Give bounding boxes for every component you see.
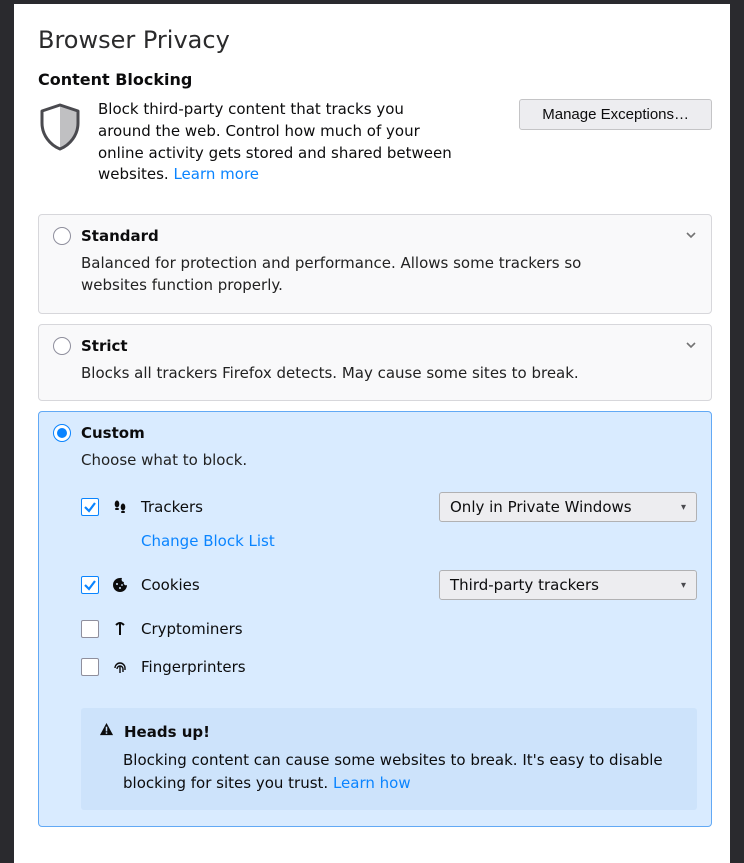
chevron-down-icon xyxy=(685,227,697,245)
learn-more-link[interactable]: Learn more xyxy=(173,165,259,183)
option-custom-desc: Choose what to block. xyxy=(81,450,641,472)
label-cryptominers: Cryptominers xyxy=(141,620,243,638)
option-standard[interactable]: Standard Balanced for protection and per… xyxy=(38,214,712,314)
footsteps-icon xyxy=(111,498,129,516)
checkbox-trackers[interactable] xyxy=(81,498,99,516)
headsup-box: Heads up! Blocking content can cause som… xyxy=(81,708,697,810)
option-strict-desc: Blocks all trackers Firefox detects. May… xyxy=(81,363,641,385)
checkbox-cryptominers[interactable] xyxy=(81,620,99,638)
label-trackers: Trackers xyxy=(141,498,203,516)
option-custom-header: Custom xyxy=(53,424,697,442)
caret-down-icon: ▾ xyxy=(681,502,686,513)
intro-text: Block third-party content that tracks yo… xyxy=(98,99,458,186)
label-fingerprinters: Fingerprinters xyxy=(141,658,246,676)
intro-description: Block third-party content that tracks yo… xyxy=(98,100,452,183)
checkbox-fingerprinters[interactable] xyxy=(81,658,99,676)
page-title: Browser Privacy xyxy=(38,26,712,54)
manage-exceptions-button[interactable]: Manage Exceptions… xyxy=(519,99,712,130)
option-strict-title: Strict xyxy=(81,337,128,355)
warning-icon xyxy=(99,722,114,741)
pickaxe-icon xyxy=(111,620,129,638)
option-custom-title: Custom xyxy=(81,424,145,442)
radio-custom[interactable] xyxy=(53,424,71,442)
custom-body: Trackers Only in Private Windows ▾ Chang… xyxy=(81,492,697,810)
dropdown-trackers-value: Only in Private Windows xyxy=(450,498,632,516)
dropdown-cookies[interactable]: Third-party trackers ▾ xyxy=(439,570,697,600)
change-block-list-link[interactable]: Change Block List xyxy=(141,532,275,550)
option-custom[interactable]: Custom Choose what to block. Trackers On… xyxy=(38,411,712,827)
chevron-down-icon xyxy=(685,337,697,355)
option-standard-desc: Balanced for protection and performance.… xyxy=(81,253,641,297)
headsup-title-row: Heads up! xyxy=(99,722,679,741)
section-heading: Content Blocking xyxy=(38,70,712,89)
caret-down-icon: ▾ xyxy=(681,580,686,591)
intro-row: Block third-party content that tracks yo… xyxy=(38,99,712,186)
cookie-icon xyxy=(111,576,129,594)
shield-icon xyxy=(38,103,82,155)
row-cryptominers: Cryptominers xyxy=(81,620,697,638)
change-block-list-row: Change Block List xyxy=(141,532,697,550)
privacy-settings-page: Browser Privacy Content Blocking Block t… xyxy=(14,4,730,863)
headsup-title: Heads up! xyxy=(124,723,210,741)
row-fingerprinters: Fingerprinters xyxy=(81,658,697,676)
option-standard-title: Standard xyxy=(81,227,159,245)
row-cookies: Cookies Third-party trackers ▾ xyxy=(81,570,697,600)
label-cookies: Cookies xyxy=(141,576,200,594)
option-strict-header: Strict xyxy=(53,337,697,355)
checkbox-cookies[interactable] xyxy=(81,576,99,594)
row-trackers: Trackers Only in Private Windows ▾ xyxy=(81,492,697,522)
option-strict[interactable]: Strict Blocks all trackers Firefox detec… xyxy=(38,324,712,402)
dropdown-cookies-value: Third-party trackers xyxy=(450,576,599,594)
headsup-body: Blocking content can cause some websites… xyxy=(123,749,679,794)
radio-strict[interactable] xyxy=(53,337,71,355)
radio-standard[interactable] xyxy=(53,227,71,245)
fingerprint-icon xyxy=(111,658,129,676)
dropdown-trackers[interactable]: Only in Private Windows ▾ xyxy=(439,492,697,522)
option-standard-header: Standard xyxy=(53,227,697,245)
learn-how-link[interactable]: Learn how xyxy=(333,774,411,792)
